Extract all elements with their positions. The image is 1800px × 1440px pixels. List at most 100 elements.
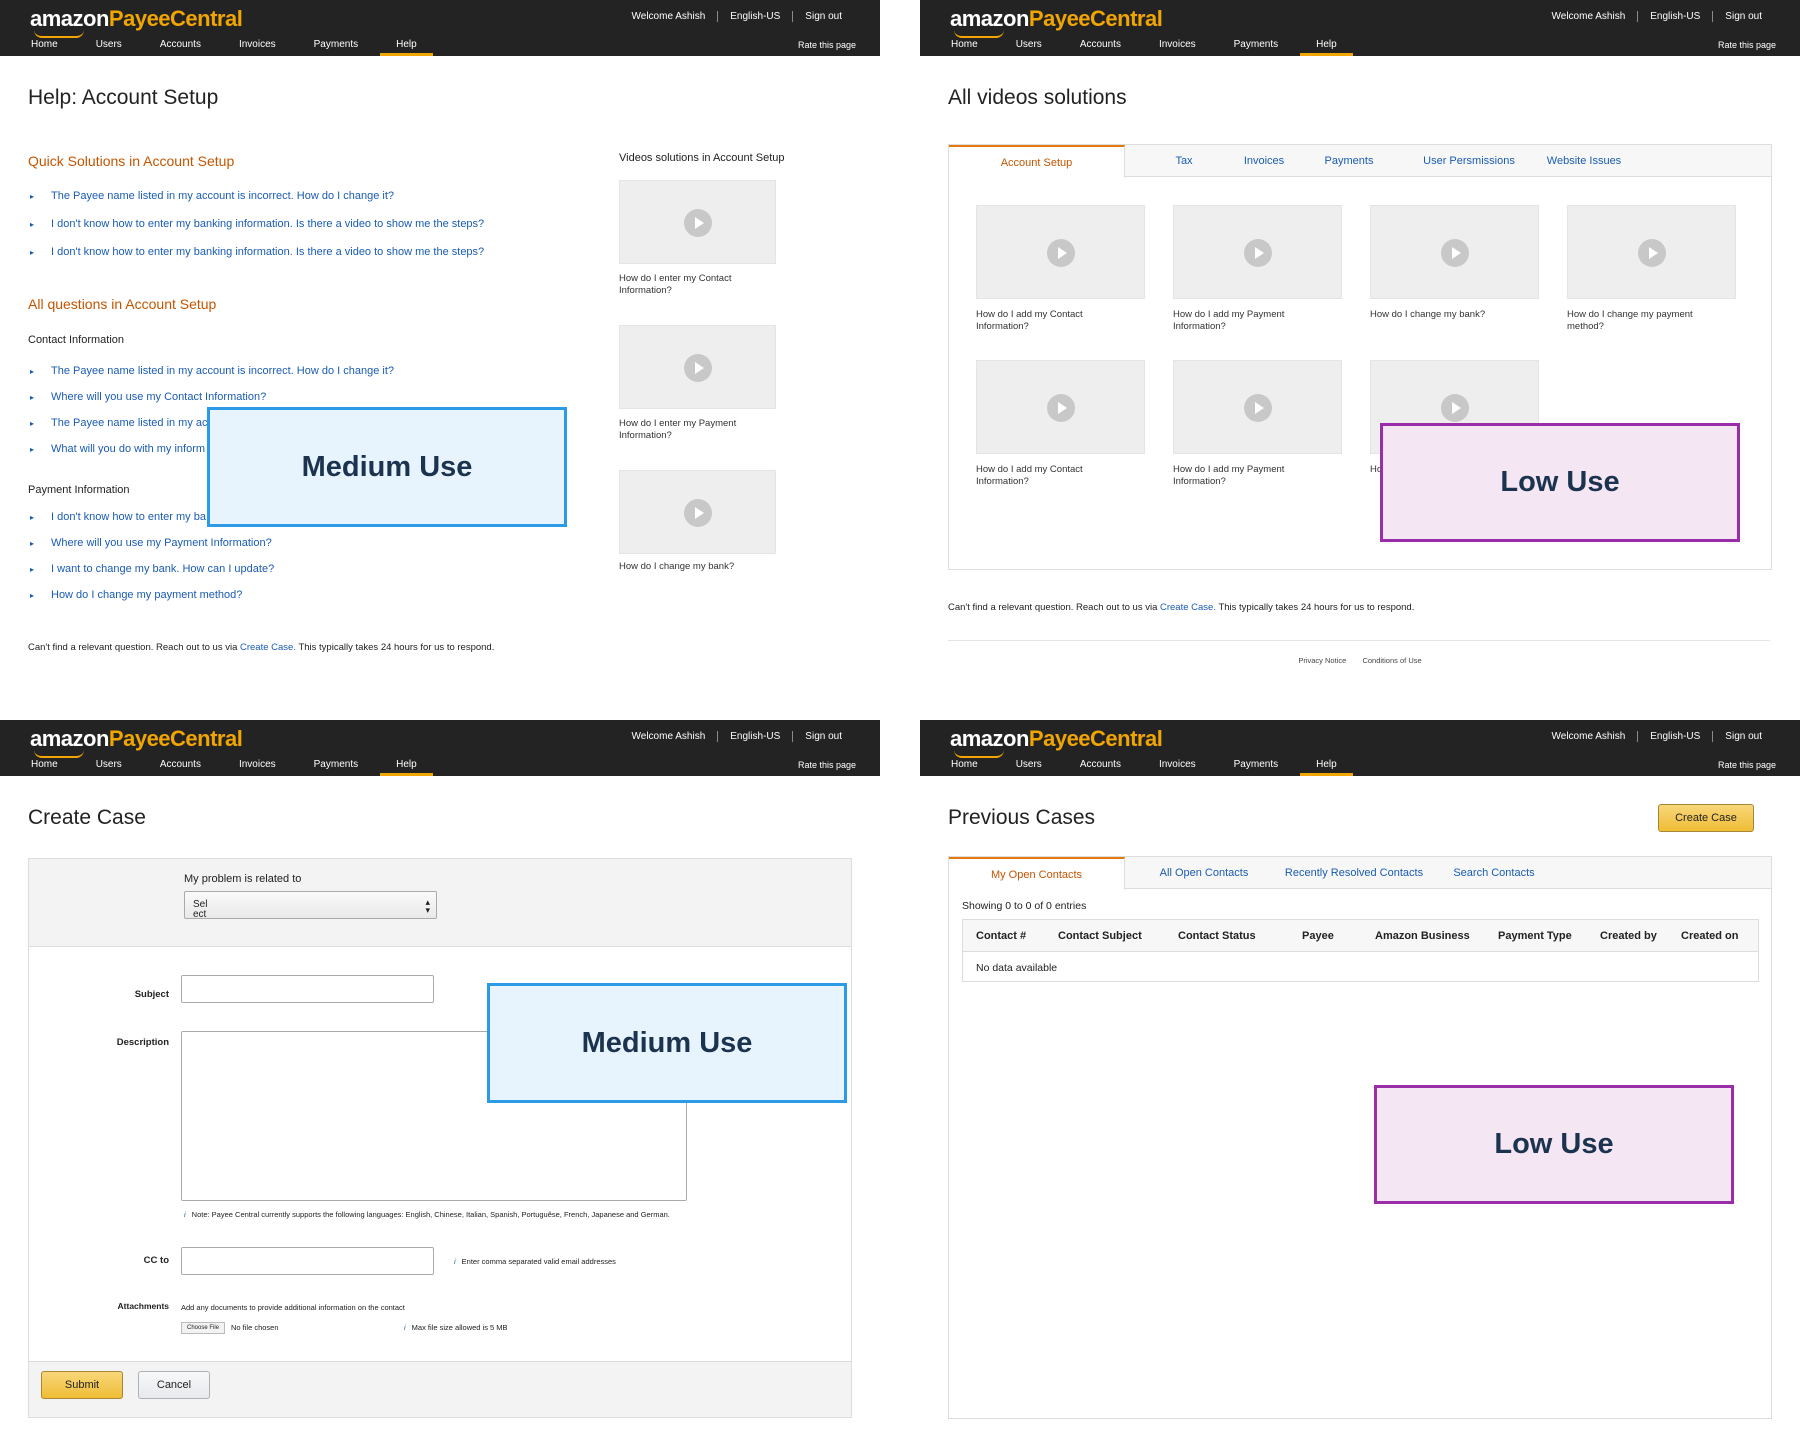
column-header[interactable]: Contact # [976,930,1026,942]
payee-central-logo[interactable]: amazonPayeeCentral [950,6,1163,38]
column-header[interactable]: Payment Type [1498,930,1572,942]
info-icon: i [184,1210,186,1219]
tab-search-contacts[interactable]: Search Contacts [1439,857,1549,889]
nav-users[interactable]: Users [96,39,122,50]
legal-footer: Privacy Notice Conditions of Use [920,656,1800,665]
language-selector[interactable]: English-US [717,731,792,742]
list-item[interactable]: ▸ The Payee name listed in my account is … [30,182,484,210]
payee-central-logo[interactable]: amazonPayeeCentral [950,726,1163,758]
sign-out-link[interactable]: Sign out [792,11,854,22]
nav-users[interactable]: Users [1016,39,1042,50]
list-item[interactable]: ▸ I don't know how to enter my banking in… [30,210,484,238]
video-thumbnail[interactable] [976,205,1145,299]
conditions-of-use-link[interactable]: Conditions of Use [1362,656,1421,665]
tab-website-issues[interactable]: Website Issues [1534,145,1634,177]
nav-payments[interactable]: Payments [1234,759,1278,770]
video-thumbnail[interactable] [976,360,1145,454]
nav-accounts[interactable]: Accounts [160,39,201,50]
nav-users[interactable]: Users [96,759,122,770]
choose-file-button[interactable]: Choose File [181,1322,225,1334]
problem-section [29,859,851,947]
rate-page-link[interactable]: Rate this page [1718,40,1776,50]
nav-home[interactable]: Home [951,39,978,50]
list-item[interactable]: ▸ I don't know how to enter my banking in… [30,238,484,266]
play-icon [1244,239,1272,267]
nav-home[interactable]: Home [951,759,978,770]
nav-help[interactable]: Help [380,759,432,776]
video-thumbnail[interactable] [1370,205,1539,299]
subject-input[interactable] [181,975,434,1003]
nav-help[interactable]: Help [1300,759,1352,776]
column-header[interactable]: Amazon Business [1375,930,1470,942]
tab-invoices[interactable]: Invoices [1219,145,1309,177]
column-header[interactable]: Payee [1302,930,1334,942]
rate-page-link[interactable]: Rate this page [798,760,856,770]
list-item[interactable]: ▸ How do I change my payment method? [30,582,274,608]
payee-central-logo[interactable]: amazonPayeeCentral [30,6,243,38]
create-case-link[interactable]: Create Case. [1160,602,1216,613]
submit-button[interactable]: Submit [41,1371,123,1399]
privacy-notice-link[interactable]: Privacy Notice [1298,656,1346,665]
sign-out-link[interactable]: Sign out [1712,11,1774,22]
tab-my-open-contacts[interactable]: My Open Contacts [949,857,1125,890]
nav-accounts[interactable]: Accounts [1080,39,1121,50]
sign-out-link[interactable]: Sign out [792,731,854,742]
play-icon [1244,394,1272,422]
sign-out-link[interactable]: Sign out [1712,731,1774,742]
nav-help[interactable]: Help [380,39,432,56]
tab-tax[interactable]: Tax [1149,145,1219,177]
welcome-text: Welcome Ashish [1551,731,1626,742]
site-header: amazonPayeeCentral Welcome Ashish Englis… [0,0,880,56]
tab-all-open-contacts[interactable]: All Open Contacts [1139,857,1269,889]
cc-input[interactable] [181,1247,434,1275]
quick-solutions-heading: Quick Solutions in Account Setup [28,153,235,169]
nav-home[interactable]: Home [31,39,58,50]
nav-payments[interactable]: Payments [1234,39,1278,50]
play-icon [684,209,712,237]
video-thumbnail[interactable] [619,180,776,264]
tab-account-setup[interactable]: Account Setup [949,145,1125,178]
nav-home[interactable]: Home [31,759,58,770]
video-thumbnail[interactable] [1173,205,1342,299]
list-item[interactable]: ▸ I want to change my bank. How can I upd… [30,556,274,582]
nav-payments[interactable]: Payments [314,39,358,50]
nav-accounts[interactable]: Accounts [160,759,201,770]
nav-invoices[interactable]: Invoices [1159,39,1196,50]
nav-invoices[interactable]: Invoices [239,759,276,770]
nav-invoices[interactable]: Invoices [239,39,276,50]
video-thumbnail[interactable] [619,470,776,554]
cancel-button[interactable]: Cancel [138,1371,210,1399]
tab-payments[interactable]: Payments [1304,145,1394,177]
play-icon [1441,239,1469,267]
list-item[interactable]: ▸ The Payee name listed in my account is … [30,358,394,384]
rate-page-link[interactable]: Rate this page [798,40,856,50]
column-header[interactable]: Contact Status [1178,930,1256,942]
column-header[interactable]: Contact Subject [1058,930,1142,942]
tab-recently-resolved[interactable]: Recently Resolved Contacts [1269,857,1439,889]
create-case-link[interactable]: Create Case. [240,642,296,653]
video-thumbnail[interactable] [1173,360,1342,454]
nav-help[interactable]: Help [1300,39,1352,56]
nav-payments[interactable]: Payments [314,759,358,770]
language-selector[interactable]: English-US [717,11,792,22]
video-thumbnail[interactable] [619,325,776,409]
welcome-text: Welcome Ashish [1551,11,1626,22]
video-thumbnail[interactable] [1567,205,1736,299]
play-icon [684,499,712,527]
create-case-button[interactable]: Create Case [1658,804,1754,832]
panel-help-account-setup: amazonPayeeCentral Welcome Ashish Englis… [0,0,880,700]
list-item[interactable]: ▸ Where will you use my Payment Informati… [30,530,274,556]
language-selector[interactable]: English-US [1637,11,1712,22]
language-selector[interactable]: English-US [1637,731,1712,742]
nav-invoices[interactable]: Invoices [1159,759,1196,770]
nav-users[interactable]: Users [1016,759,1042,770]
rate-page-link[interactable]: Rate this page [1718,760,1776,770]
tab-user-permissions[interactable]: User Persmissions [1399,145,1539,177]
payee-central-logo[interactable]: amazonPayeeCentral [30,726,243,758]
problem-label: My problem is related to [184,873,302,885]
column-header[interactable]: Created on [1681,930,1738,942]
column-header[interactable]: Created by [1600,930,1657,942]
caret-right-icon: ▸ [30,366,35,376]
problem-select[interactable]: Select ▴ ▾ [184,891,437,920]
nav-accounts[interactable]: Accounts [1080,759,1121,770]
